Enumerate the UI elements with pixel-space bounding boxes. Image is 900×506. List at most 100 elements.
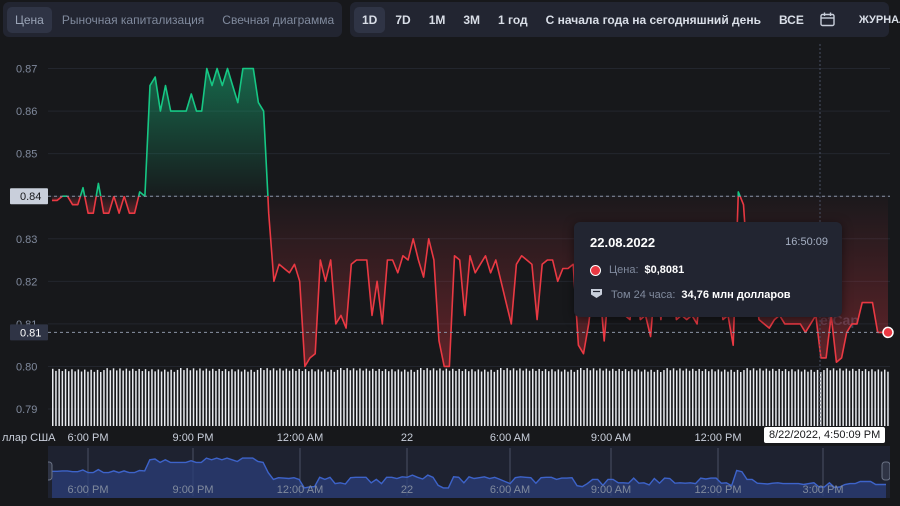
volume-bar [832, 368, 835, 426]
tooltip-price-value: $0,8081 [644, 264, 685, 276]
volume-bar [746, 368, 748, 426]
crosshair-timestamp: 8/22/2022, 4:50:09 PM [764, 427, 886, 443]
price-tooltip: 22.08.2022 16:50:09 Цена: $0,8081 Том 24… [574, 222, 842, 317]
volume-bar [583, 370, 585, 426]
range-1m[interactable]: 1M [421, 7, 454, 33]
volume-bar [605, 368, 608, 426]
volume-bar [660, 372, 662, 426]
volume-bar [327, 371, 329, 426]
volume-bar [852, 368, 854, 426]
tab-price[interactable]: Цена [7, 6, 52, 33]
navigator-handle-left[interactable] [48, 461, 53, 481]
volume-bar [554, 371, 556, 426]
y-tick-label: 0.85 [16, 149, 37, 161]
volume-bar [564, 369, 566, 426]
volume-bar [708, 371, 710, 426]
tab-candles[interactable]: Свечная диаграмма [214, 7, 342, 33]
x-tick-label: 9:00 PM [173, 432, 214, 444]
volume-bar [730, 369, 732, 426]
time-range-tabs: 1D 7D 1M 3M 1 год С начала года на сегод… [350, 2, 900, 37]
calendar-icon[interactable] [820, 10, 835, 30]
navigator-tick-label: 6:00 AM [490, 484, 530, 496]
volume-bar [516, 370, 518, 426]
volume-bar [599, 368, 601, 426]
volume-bar [871, 369, 873, 426]
volume-bar [186, 368, 188, 426]
volume-bar [471, 369, 473, 426]
volume-bar [701, 371, 704, 426]
volume-bar [608, 370, 611, 426]
volume-bar [343, 370, 345, 426]
volume-icon [590, 288, 603, 302]
volume-bar [778, 368, 780, 426]
volume-bar [228, 371, 230, 426]
volume-bar [240, 371, 243, 426]
volume-bar [192, 368, 195, 426]
volume-bar [170, 369, 172, 426]
volume-bar [260, 368, 262, 426]
range-3m[interactable]: 3M [455, 7, 488, 33]
navigator-handle-right[interactable] [881, 461, 890, 481]
volume-bar [253, 371, 256, 426]
volume-bar [340, 368, 342, 426]
volume-bar [512, 368, 515, 426]
volume-bar [352, 368, 355, 426]
volume-bar [842, 370, 844, 426]
volume-bar [813, 371, 816, 426]
volume-bar [346, 368, 348, 426]
volume-bar [330, 369, 332, 426]
volume-bar [112, 368, 115, 426]
tooltip-price-label: Цена: [609, 264, 639, 276]
volume-bar [106, 368, 108, 426]
volume-bar [455, 370, 457, 426]
volume-bar [416, 369, 419, 426]
range-ytd[interactable]: С начала года на сегодняшний день [538, 7, 769, 33]
y-axis: 0.870.860.850.840.830.820.810.800.790.84… [10, 64, 48, 416]
range-7d[interactable]: 7D [387, 7, 418, 33]
volume-bar [442, 370, 444, 426]
tab-market-cap[interactable]: Рыночная капитализация [54, 7, 212, 33]
volume-bar [682, 370, 684, 426]
tooltip-price-row: Цена: $0,8081 [590, 264, 684, 276]
journal-button[interactable]: ЖУРНАЛ [853, 8, 900, 32]
range-navigator[interactable]: 6:00 PM 9:00 PM 12:00 AM 22 6:00 AM 9:00 AM 12… [48, 446, 890, 498]
x-tick-label: 6:00 AM [490, 432, 530, 444]
volume-bar [807, 371, 809, 426]
volume-bar [647, 371, 649, 426]
volume-bar [791, 369, 793, 426]
volume-bar [151, 369, 153, 426]
volume-bar [119, 368, 121, 426]
x-tick-label: 12:00 AM [277, 432, 323, 444]
volume-bar [445, 368, 448, 426]
range-1d[interactable]: 1D [354, 6, 386, 33]
volume-bar [612, 368, 614, 426]
navigator-tick-label: 9:00 AM [591, 484, 631, 496]
volume-bar [695, 370, 697, 426]
volume-bar [404, 369, 406, 426]
volume-bar [461, 371, 464, 426]
range-1y[interactable]: 1 год [490, 7, 536, 33]
volume-bar [733, 371, 736, 426]
volume-bar [208, 370, 211, 426]
volume-bar [237, 369, 240, 426]
range-all[interactable]: ВСЕ [771, 7, 812, 33]
volume-bar [109, 370, 112, 426]
volume-bar [775, 370, 777, 426]
volume-bar [676, 370, 678, 426]
volume-bar [484, 369, 486, 426]
volume-bar [87, 371, 89, 426]
volume-bar [503, 370, 505, 426]
volume-bar [148, 371, 150, 426]
volume-bar [138, 368, 140, 426]
volume-bar [196, 370, 198, 426]
volume-bar [794, 371, 796, 426]
tooltip-volume-row: Том 24 часа: 34,76 млн долларов [590, 288, 791, 302]
volume-bar [55, 370, 57, 426]
volume-bar [250, 369, 252, 426]
volume-bar [692, 368, 694, 426]
tooltip-volume-value: 34,76 млн долларов [681, 289, 791, 301]
volume-bar [666, 368, 668, 426]
tooltip-time: 16:50:09 [785, 236, 828, 248]
volume-bar [432, 368, 435, 426]
volume-bar [218, 368, 220, 426]
